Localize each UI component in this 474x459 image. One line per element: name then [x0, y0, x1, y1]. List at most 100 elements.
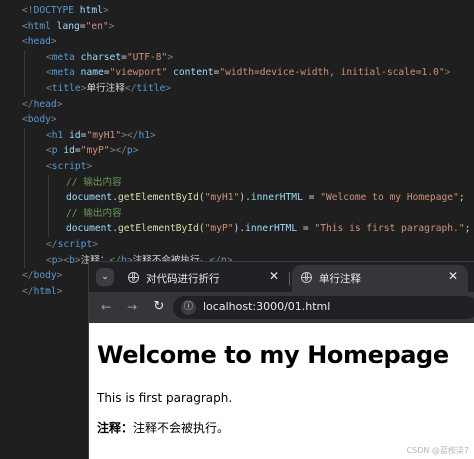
page-paragraph: This is first paragraph.: [97, 391, 233, 405]
code-token: getElementById: [118, 223, 199, 235]
code-line-7: </head>: [0, 97, 474, 113]
code-comment: // 输出内容: [66, 176, 122, 188]
code-token: </: [126, 129, 139, 141]
code-token: >: [92, 238, 98, 250]
tab-strip: ⌄ 对代码进行折行 ✕ 单行注释 ✕: [89, 262, 474, 292]
code-area[interactable]: <!DOCTYPE html> <html lang="en"> <head> …: [0, 3, 474, 299]
code-token: "width=device-width, initial-scale=1.0": [219, 67, 445, 79]
code-line-2: <html lang="en">: [0, 19, 474, 35]
code-token: =: [302, 192, 321, 204]
code-token: head: [33, 98, 57, 110]
code-line-8: <body>: [0, 112, 474, 128]
globe-icon: [301, 272, 312, 283]
close-icon[interactable]: ✕: [448, 269, 458, 283]
code-token: html: [33, 285, 57, 297]
note-text: 注释不会被执行。: [133, 421, 230, 435]
code-token: body: [27, 114, 51, 126]
tab-single-line-comment[interactable]: 单行注释 ✕: [292, 265, 468, 292]
code-token: html: [27, 20, 51, 32]
code-line-6: <title>单行注释</title>: [0, 80, 474, 97]
code-token: script: [57, 238, 93, 250]
code-token: </: [115, 145, 127, 157]
tab-title: 对代码进行折行: [146, 273, 220, 285]
code-token: meta: [51, 51, 75, 63]
code-token: >: [102, 5, 109, 16]
code-token: id: [57, 145, 75, 157]
watermark: CSDN @蓝桉柒7: [406, 446, 469, 455]
code-token: "myP": [204, 223, 234, 235]
tab-title: 单行注释: [319, 273, 361, 285]
chevron-down-icon[interactable]: ⌄: [96, 268, 114, 286]
code-token: </: [46, 238, 58, 250]
code-token: </: [124, 82, 137, 94]
code-token: </: [22, 98, 34, 110]
code-token: id: [63, 129, 81, 141]
code-token: lang: [50, 20, 80, 32]
code-token: "myH1": [204, 192, 240, 204]
code-token: "This is first paragraph.": [314, 223, 465, 235]
code-token: "myH1": [86, 129, 122, 141]
browser-window: ⌄ 对代码进行折行 ✕ 单行注释 ✕ ← → ↻ ⓘ localhost:300…: [89, 262, 474, 459]
code-token: script: [51, 160, 87, 172]
code-token: >: [50, 36, 57, 48]
code-token: document: [66, 192, 113, 204]
code-line-3: <head>: [0, 34, 474, 50]
code-token: name: [74, 67, 104, 79]
code-token: =: [297, 223, 315, 235]
code-token: "UTF-8": [126, 51, 168, 63]
code-token: >: [132, 145, 139, 157]
code-line-16: </script>: [0, 236, 474, 253]
code-token: html: [74, 5, 103, 16]
code-token: >: [108, 20, 115, 32]
code-token: 单行注释: [86, 82, 125, 94]
code-token: </: [22, 285, 34, 297]
code-token: >: [56, 98, 63, 110]
address-bar[interactable]: ⓘ localhost:3000/01.html: [173, 296, 474, 319]
code-token: head: [27, 36, 51, 48]
code-line-1: <!DOCTYPE html>: [0, 3, 474, 19]
code-line-9: <h1 id="myH1"></h1>: [0, 127, 474, 144]
code-token: "myP": [80, 145, 110, 157]
note-label: 注释：: [97, 421, 134, 435]
code-comment: // 输出内容: [66, 207, 122, 219]
tab-code-wrapping[interactable]: 对代码进行折行 ✕: [119, 265, 289, 292]
code-token: </: [22, 270, 34, 282]
code-line-15: document.getElementById("myP").innerHTML…: [0, 221, 474, 237]
code-token: document: [66, 223, 113, 235]
reload-icon[interactable]: ↻: [151, 299, 167, 315]
code-token: h1: [138, 129, 151, 141]
site-info-icon[interactable]: ⓘ: [181, 300, 196, 315]
code-token: title: [51, 82, 81, 94]
code-token: title: [136, 82, 166, 94]
code-line-4: <meta charset="UTF-8">: [0, 49, 474, 66]
code-token: charset: [74, 51, 122, 63]
page-content: Welcome to my Homepage This is first par…: [89, 323, 474, 459]
code-token: body: [33, 270, 57, 282]
close-icon[interactable]: ✕: [269, 269, 279, 283]
code-token: DOCTYPE: [33, 5, 74, 16]
code-token: meta: [51, 67, 75, 79]
code-token: content: [167, 67, 214, 79]
code-token: getElementById: [118, 192, 199, 204]
code-token: >: [165, 82, 172, 94]
code-token: >: [56, 285, 63, 297]
code-token: >: [150, 129, 156, 141]
code-token: h1: [51, 129, 64, 141]
code-line-14: // 输出内容: [0, 205, 474, 222]
code-line-13: document.getElementById("myH1").innerHTM…: [0, 190, 474, 206]
arrow-left-icon[interactable]: ←: [98, 299, 114, 315]
tab-separator: [289, 272, 290, 285]
code-token: >: [86, 160, 93, 172]
url-text[interactable]: localhost:3000/01.html: [203, 300, 330, 313]
globe-icon: [128, 272, 139, 283]
code-token: <!: [22, 5, 34, 16]
code-token: >: [167, 51, 174, 63]
code-token: "viewport": [109, 67, 168, 79]
code-line-12: // 输出内容: [0, 174, 474, 191]
code-line-11: <script>: [0, 158, 474, 175]
page-heading: Welcome to my Homepage: [97, 341, 449, 369]
code-token: "Welcome to my Homepage": [320, 192, 459, 204]
arrow-right-icon[interactable]: →: [124, 299, 140, 315]
code-token: >: [56, 270, 63, 282]
code-token: "en": [85, 20, 109, 32]
